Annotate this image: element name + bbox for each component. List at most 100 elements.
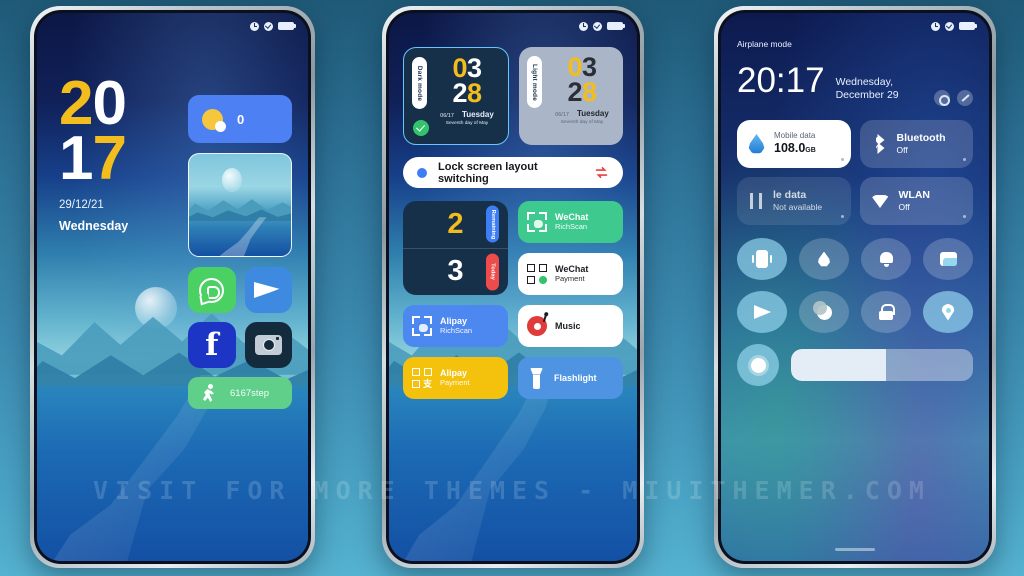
mode-card-light[interactable]: Light mode 03 28 06/17 Tuesday Seventh d… <box>519 47 623 145</box>
step-counter-widget[interactable]: 6167step <box>188 377 292 409</box>
toggle-location[interactable] <box>923 291 973 333</box>
status-bar <box>37 13 308 39</box>
mode-preview-dark: 03 28 06/17 Tuesday Seventh day of May <box>434 55 500 138</box>
tile-mobile-data[interactable]: le data Not available <box>737 177 851 225</box>
shortcut-alipay-richscan[interactable]: Alipay RichScan <box>403 305 508 347</box>
preview-digit: 8 <box>582 76 597 107</box>
control-center-screen: Airplane mode 20:17 Wednesday, December … <box>721 13 989 561</box>
running-icon <box>201 384 217 402</box>
tile-labels: Bluetooth Off <box>897 132 946 156</box>
badge-text: Today <box>489 263 496 281</box>
toggle-grid <box>737 238 973 333</box>
brightness-slider[interactable] <box>791 349 973 381</box>
photo-widget[interactable] <box>188 153 292 257</box>
lock-screen-settings: Dark mode 03 28 06/17 Tuesday Seventh da… <box>389 13 637 561</box>
qr-code-icon <box>527 264 547 284</box>
check-circle-icon <box>593 21 602 31</box>
toggle-vibrate[interactable] <box>737 238 787 280</box>
tile-value-unit: GB <box>805 147 816 155</box>
preview-clock-bottom-light: 28 <box>567 78 597 105</box>
preview-digit: 8 <box>467 77 482 108</box>
preview-date-light: 06/17 <box>555 111 569 118</box>
lock-clock: 20 17 29/12/21 Wednesday <box>59 73 128 234</box>
shortcut-labels: Flashlight <box>554 373 597 384</box>
clock-date-wrap: Wednesday, December 29 <box>836 76 934 102</box>
shortcut-subtitle: RichScan <box>440 325 473 335</box>
shortcut-wechat-richscan[interactable]: WeChat RichScan <box>518 201 623 243</box>
battery-icon <box>278 21 296 31</box>
preview-date-dark: 06/17 <box>440 112 454 119</box>
swap-arrows-icon[interactable] <box>594 165 609 180</box>
scan-frame-icon <box>412 316 432 336</box>
gear-icon[interactable] <box>934 90 950 106</box>
shortcut-subtitle: Payment <box>555 273 585 283</box>
app-camera[interactable] <box>244 322 292 368</box>
phone-right: Airplane mode 20:17 Wednesday, December … <box>714 6 996 568</box>
countdown-today-value: 3 <box>447 255 464 288</box>
shortcut-alipay-payment[interactable]: 支 Alipay Payment <box>403 357 508 399</box>
mode-label-pill-dark: Dark mode <box>412 57 427 109</box>
phone-left: 20 17 29/12/21 Wednesday 0 f 6167step <box>30 6 315 568</box>
mode-card-dark[interactable]: Dark mode 03 28 06/17 Tuesday Seventh da… <box>403 47 509 145</box>
shortcut-wechat-payment[interactable]: WeChat Payment <box>518 253 623 295</box>
toggle-dnd[interactable] <box>799 291 849 333</box>
check-circle-icon <box>945 21 954 31</box>
vinyl-record-icon <box>527 313 548 336</box>
tile-mobile-data-usage[interactable]: Mobile data 108.0GB <box>737 120 851 168</box>
wifi-icon <box>871 193 890 209</box>
qr-code-icon: 支 <box>412 368 432 389</box>
app-whatsapp[interactable] <box>188 267 236 313</box>
toggle-silent[interactable] <box>861 238 911 280</box>
header-actions <box>934 90 973 106</box>
app-facebook[interactable]: f <box>188 322 236 368</box>
phone-middle: Dark mode 03 28 06/17 Tuesday Seventh da… <box>382 6 644 568</box>
tile-bluetooth[interactable]: Bluetooth Off <box>859 120 973 168</box>
alarm-clock-icon <box>579 21 588 31</box>
countdown-remaining: 2 Remaining <box>403 201 508 248</box>
preview-subtitle-light: Seventh day of May <box>560 119 604 125</box>
mode-label-dark: Dark mode <box>416 65 423 101</box>
clock-time: 20:17 <box>737 61 825 100</box>
app-telegram[interactable] <box>244 267 292 313</box>
bell-mute-icon <box>879 251 894 267</box>
pencil-icon[interactable] <box>957 90 973 106</box>
data-drop-icon <box>748 134 765 154</box>
toggle-brightness[interactable] <box>737 344 779 386</box>
tile-title: WLAN <box>898 189 931 202</box>
mode-preview-light: 03 28 06/17 Tuesday Seventh day of May <box>549 54 615 139</box>
badge-text: Remaining <box>489 209 496 240</box>
check-circle-icon <box>264 21 273 31</box>
control-center-header: 20:17 Wednesday, December 29 <box>737 63 973 106</box>
shortcut-grid: 2 Remaining 3 Today WeChat RichScan WeCh… <box>403 201 623 399</box>
countdown-widget[interactable]: 2 Remaining 3 Today <box>403 201 508 295</box>
toggle-cast[interactable] <box>737 291 787 333</box>
data-arrows-icon <box>748 192 764 210</box>
countdown-today: 3 Today <box>403 247 508 296</box>
phone-bezel: Dark mode 03 28 06/17 Tuesday Seventh da… <box>386 10 640 564</box>
tile-wlan[interactable]: WLAN Off <box>859 177 973 225</box>
preview-digit: 2 <box>567 76 582 107</box>
preview-digit: 2 <box>452 77 467 108</box>
toggle-screenshot[interactable] <box>923 238 973 280</box>
status-bar <box>389 13 637 39</box>
shortcut-labels: WeChat RichScan <box>555 212 588 231</box>
toggle-battery-saver[interactable] <box>799 238 849 280</box>
weather-widget[interactable]: 0 <box>188 95 292 143</box>
shortcut-music[interactable]: Music <box>518 305 623 347</box>
lock-icon <box>879 304 895 320</box>
lock-screen-layout-switching-row[interactable]: Lock screen layout switching <box>403 157 623 188</box>
scan-frame-icon <box>527 212 547 232</box>
shortcut-flashlight[interactable]: Flashlight <box>518 357 623 399</box>
shortcut-labels: Alipay Payment <box>440 368 470 387</box>
whatsapp-icon <box>199 277 225 303</box>
lock-screen: 20 17 29/12/21 Wednesday 0 f 6167step <box>37 13 308 561</box>
tile-labels: Mobile data 108.0GB <box>774 131 816 157</box>
countdown-today-badge: Today <box>486 253 499 291</box>
shortcut-labels: Alipay RichScan <box>440 316 472 335</box>
tile-status: Off <box>898 202 910 213</box>
blue-dot-icon <box>417 167 427 178</box>
lock-date: 29/12/21 <box>59 199 104 212</box>
tile-status: Not available <box>773 202 823 213</box>
toggle-rotation-lock[interactable] <box>861 291 911 333</box>
preview-meta-light: 06/17 Tuesday <box>555 109 609 118</box>
